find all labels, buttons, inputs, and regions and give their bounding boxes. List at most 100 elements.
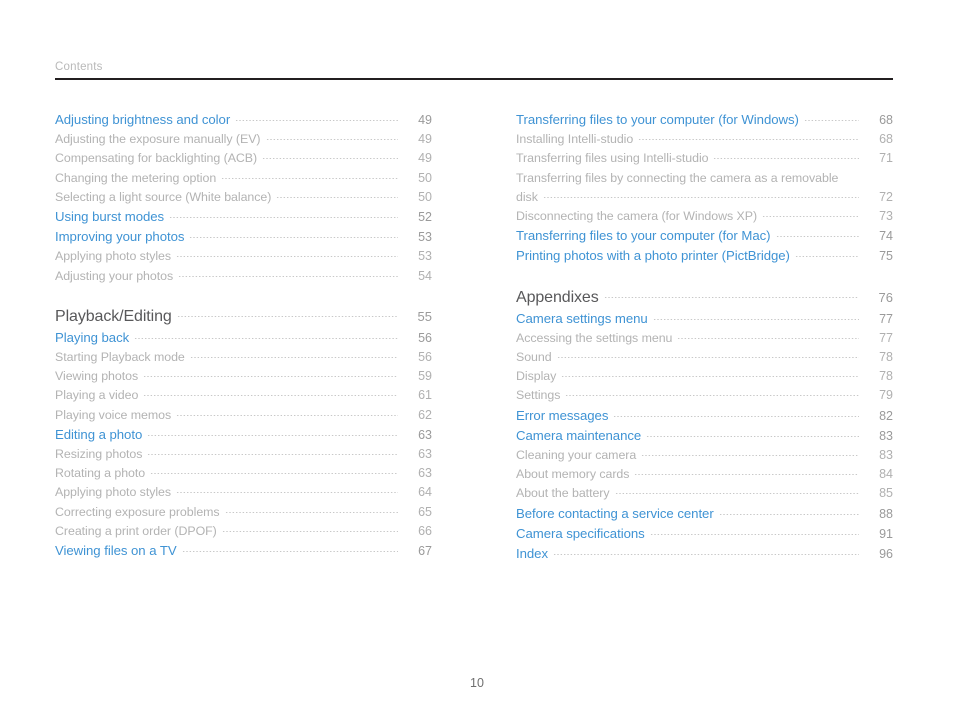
toc-entry[interactable]: Appendixes 76 <box>516 286 893 309</box>
toc-entry[interactable]: Transferring files to your computer (for… <box>516 226 893 246</box>
toc-entry[interactable]: About the battery 85 <box>516 484 893 503</box>
toc-entry[interactable]: Compensating for backlighting (ACB) 49 <box>55 149 432 168</box>
toc-leader-dots <box>634 474 859 476</box>
toc-entry-label: Playing voice memos <box>55 407 172 422</box>
toc-entry[interactable]: Settings 79 <box>516 386 893 405</box>
toc-leader-dots <box>613 415 859 417</box>
page-header: Contents <box>55 60 893 80</box>
toc-leader-dots <box>221 177 398 179</box>
toc-entry-label: Applying photo styles <box>55 485 172 500</box>
toc-entry[interactable]: Before contacting a service center 88 <box>516 504 893 524</box>
toc-entry[interactable]: Creating a print order (DPOF) 66 <box>55 522 432 541</box>
toc-leader-dots <box>614 493 859 495</box>
toc-entry[interactable]: Adjusting brightness and color 49 <box>55 110 432 130</box>
toc-entry[interactable]: Installing Intelli-studio 68 <box>516 130 893 149</box>
toc-entry[interactable]: Camera maintenance 83 <box>516 426 893 446</box>
toc-entry[interactable]: Sound 78 <box>516 348 893 367</box>
toc-entry-label: Using burst modes <box>55 209 165 225</box>
toc-entry-label: About memory cards <box>516 467 630 482</box>
toc-leader-dots <box>169 217 398 219</box>
toc-leader-dots <box>176 492 398 494</box>
toc-leader-dots <box>649 533 859 535</box>
toc-entry[interactable]: Improving your photos 53 <box>55 227 432 247</box>
toc-entry-label: Index <box>516 546 549 562</box>
toc-page-number: 76 <box>878 289 893 305</box>
toc-leader-dots <box>143 376 398 378</box>
toc-page-number: 67 <box>418 544 432 559</box>
toc-page-number: 73 <box>879 209 893 224</box>
header-label: Contents <box>55 61 103 73</box>
toc-entry-label: Creating a print order (DPOF) <box>55 523 217 538</box>
toc-entry-label: Playback/Editing <box>55 307 172 325</box>
toc-entry[interactable]: Adjusting the exposure manually (EV) 49 <box>55 130 432 149</box>
toc-leader-dots <box>713 158 859 160</box>
toc-entry-label: Camera specifications <box>516 525 645 541</box>
toc-entry[interactable]: Camera settings menu 77 <box>516 309 893 329</box>
toc-entry[interactable]: Transferring files to your computer (for… <box>516 110 893 130</box>
toc-page-number: 50 <box>418 170 432 185</box>
toc-entry-label: Changing the metering option <box>55 170 217 185</box>
toc-leader-dots <box>775 236 859 238</box>
toc-entry[interactable]: Disconnecting the camera (for Windows XP… <box>516 207 893 226</box>
toc-entry[interactable]: Resizing photos 63 <box>55 445 432 464</box>
toc-page-number: 79 <box>879 388 893 403</box>
toc-page-number: 77 <box>879 311 893 326</box>
toc-page-number: 74 <box>879 229 893 244</box>
toc-entry[interactable]: Playing a video 61 <box>55 386 432 405</box>
toc-leader-dots <box>147 434 398 436</box>
toc-entry[interactable]: Transferring files by connecting the cam… <box>516 169 893 207</box>
toc-leader-dots <box>803 120 859 121</box>
toc-entry-label: Viewing files on a TV <box>55 543 177 559</box>
toc-entry-label: Accessing the settings menu <box>516 330 673 345</box>
toc-entry-label: Adjusting brightness and color <box>55 112 231 127</box>
toc-entry[interactable]: Using burst modes 52 <box>55 207 432 227</box>
toc-page-number: 78 <box>879 350 893 365</box>
toc-entry[interactable]: Applying photo styles 64 <box>55 483 432 502</box>
toc-leader-dots <box>143 395 398 397</box>
toc-entry-label: Before contacting a service center <box>516 505 714 521</box>
toc-page-number: 49 <box>418 113 432 127</box>
toc-entry[interactable]: Starting Playback mode 56 <box>55 348 432 367</box>
toc-entry-label: Correcting exposure problems <box>55 504 220 519</box>
toc-leader-dots <box>638 139 859 141</box>
toc-entry-label: Resizing photos <box>55 447 143 462</box>
toc-entry[interactable]: Playing back 56 <box>55 328 432 348</box>
toc-page-number: 61 <box>418 388 432 403</box>
toc-entry[interactable]: Accessing the settings menu 77 <box>516 329 893 348</box>
toc-entry[interactable]: Cleaning your camera 83 <box>516 446 893 465</box>
toc-entry-label: Editing a photo <box>55 426 143 442</box>
toc-entry[interactable]: Adjusting your photos 54 <box>55 267 432 286</box>
toc-entry[interactable]: About memory cards 84 <box>516 465 893 484</box>
toc-page-number: 55 <box>417 308 432 324</box>
toc-leader-dots <box>178 275 398 277</box>
toc-entry[interactable]: Error messages 82 <box>516 406 893 426</box>
toc-entry[interactable]: Editing a photo 63 <box>55 425 432 445</box>
toc-leader-dots <box>235 120 398 121</box>
toc-leader-dots <box>652 318 859 320</box>
toc-entry[interactable]: Playback/Editing 55 <box>55 305 432 328</box>
toc-entry[interactable]: Correcting exposure problems 65 <box>55 503 432 522</box>
toc-page-number: 64 <box>418 485 432 500</box>
toc-entry-label: Adjusting the exposure manually (EV) <box>55 132 261 147</box>
toc-entry[interactable]: Printing photos with a photo printer (Pi… <box>516 246 893 266</box>
toc-entry[interactable]: Camera specifications 91 <box>516 524 893 544</box>
toc-entry[interactable]: Playing voice memos 62 <box>55 406 432 425</box>
toc-entry[interactable]: Changing the metering option 50 <box>55 169 432 188</box>
toc-page-number: 54 <box>418 268 432 283</box>
toc-page-number: 52 <box>418 210 432 225</box>
toc-entry[interactable]: Selecting a light source (White balance)… <box>55 188 432 207</box>
toc-entry[interactable]: Applying photo styles 53 <box>55 247 432 266</box>
toc-entry[interactable]: Viewing files on a TV 67 <box>55 541 432 561</box>
toc-leader-dots <box>176 315 398 317</box>
toc-entry[interactable]: Rotating a photo 63 <box>55 464 432 483</box>
toc-entry[interactable]: Index 96 <box>516 544 893 564</box>
toc-page-number: 56 <box>418 350 432 365</box>
toc-entry-label: Display <box>516 369 557 384</box>
toc-leader-dots <box>262 158 398 160</box>
toc-page-number: 71 <box>879 151 893 166</box>
toc-page-number: 63 <box>418 447 432 462</box>
toc-entry[interactable]: Viewing photos 59 <box>55 367 432 386</box>
toc-page-number: 83 <box>879 428 893 443</box>
toc-entry[interactable]: Display 78 <box>516 367 893 386</box>
toc-entry[interactable]: Transferring files using Intelli-studio 7… <box>516 149 893 168</box>
